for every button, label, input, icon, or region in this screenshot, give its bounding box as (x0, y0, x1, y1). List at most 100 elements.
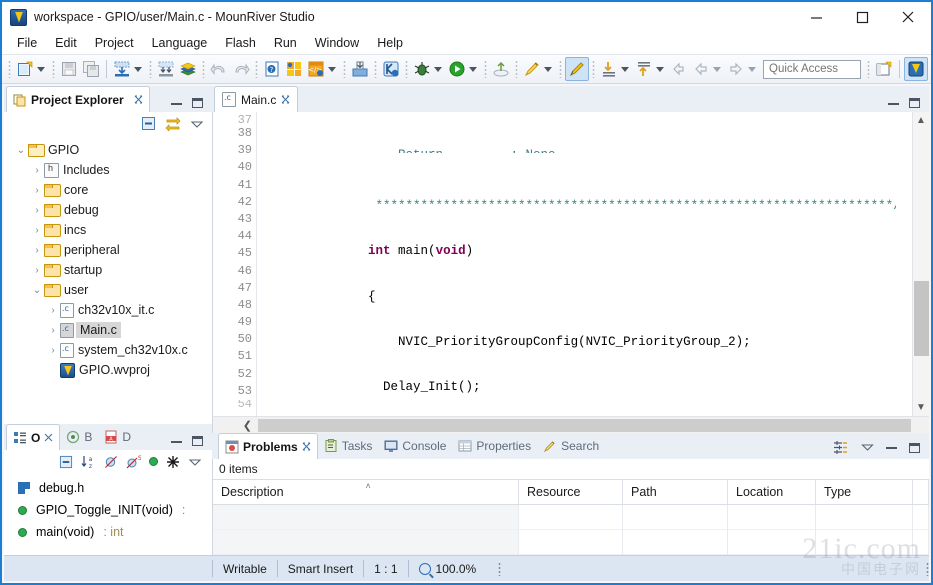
menu-language[interactable]: Language (143, 34, 217, 52)
chevron-right-icon[interactable]: › (30, 185, 44, 196)
manage-project-icon[interactable] (283, 57, 305, 81)
close-tab-icon[interactable] (44, 433, 53, 442)
save-icon[interactable] (58, 57, 80, 81)
new-perspective-icon[interactable] (873, 57, 895, 81)
minimize-icon[interactable] (886, 446, 897, 449)
debug-icon[interactable] (411, 57, 433, 81)
highlight-icon[interactable] (521, 57, 543, 81)
next-dropdown-icon[interactable] (748, 66, 756, 72)
maximize-icon[interactable] (192, 436, 203, 446)
view-menu-icon[interactable] (190, 119, 204, 129)
collapse-all-icon[interactable] (141, 116, 156, 131)
tree-node-gpio-wvproj[interactable]: GPIO.wvproj (4, 360, 212, 380)
back-icon[interactable] (668, 57, 690, 81)
flash-download-icon[interactable] (349, 57, 371, 81)
maximize-icon[interactable] (192, 98, 203, 108)
redo-icon[interactable] (230, 57, 252, 81)
new-project-icon[interactable]: ? (261, 57, 283, 81)
chevron-down-icon[interactable]: ⌄ (14, 145, 28, 156)
code-config-dropdown-icon[interactable] (328, 66, 336, 72)
step-return-dropdown-icon[interactable] (656, 66, 664, 72)
upload-icon[interactable] (490, 57, 512, 81)
build-all-icon[interactable] (177, 57, 199, 81)
chevron-right-icon[interactable]: › (46, 325, 60, 336)
maximize-icon[interactable] (909, 98, 920, 108)
tab-project-explorer[interactable]: Project Explorer close-tab-icon (6, 86, 150, 112)
build-dropdown-icon[interactable] (134, 66, 142, 72)
step-return-icon[interactable] (633, 57, 655, 81)
tree-node-includes[interactable]: › Includes (4, 160, 212, 180)
scroll-down-icon[interactable]: ▼ (913, 399, 930, 416)
step-into-dropdown-icon[interactable] (621, 66, 629, 72)
close-tab-icon[interactable] (302, 442, 311, 451)
mounriver-perspective-icon[interactable] (904, 57, 928, 81)
chevron-right-icon[interactable]: › (46, 305, 60, 316)
tab-properties[interactable]: Properties (452, 433, 537, 459)
menu-help[interactable]: Help (368, 34, 412, 52)
scroll-up-icon[interactable]: ▲ (913, 112, 930, 129)
minimize-icon[interactable] (171, 102, 182, 105)
menu-run[interactable]: Run (265, 34, 306, 52)
editor-vertical-scrollbar[interactable]: ▲ ▼ (912, 112, 929, 416)
code-config-icon[interactable]: </> (305, 57, 327, 81)
run-dropdown-icon[interactable] (469, 66, 477, 72)
tree-node-system-ch32v10x-c[interactable]: › system_ch32v10x.c (4, 340, 212, 360)
menu-window[interactable]: Window (306, 34, 368, 52)
scroll-track[interactable] (913, 129, 929, 399)
editor-body[interactable]: 37 38 39 40 41 42 43 44 45 46 47 48 49 5… (212, 112, 929, 416)
minimize-icon[interactable] (171, 440, 182, 443)
table-row[interactable] (213, 530, 929, 555)
prev-dropdown-icon[interactable] (713, 66, 721, 72)
view-menu-icon[interactable] (188, 457, 202, 467)
project-explorer-body[interactable]: ⌄ GPIO › Includes › (4, 134, 212, 424)
close-tab-icon[interactable] (281, 95, 290, 104)
new-file-icon[interactable] (14, 57, 36, 81)
view-menu-icon[interactable] (861, 443, 874, 452)
tree-node-main-c[interactable]: › Main.c (4, 320, 212, 340)
prev-icon[interactable] (690, 57, 712, 81)
tree-node-peripheral[interactable]: › peripheral (4, 240, 212, 260)
hide-nonpublic-icon[interactable] (166, 455, 180, 469)
maximize-icon[interactable] (909, 442, 920, 453)
tab-documents[interactable]: A D (98, 424, 137, 450)
filter-icon[interactable] (833, 440, 849, 455)
scroll-thumb[interactable] (913, 281, 929, 356)
debug-config-icon[interactable] (380, 57, 402, 81)
column-header-description[interactable]: ˄ Description (213, 480, 519, 504)
run-icon[interactable] (446, 57, 468, 81)
tab-search[interactable]: Search (537, 433, 605, 459)
marker-icon[interactable] (565, 57, 589, 81)
menu-project[interactable]: Project (86, 34, 143, 52)
new-file-dropdown-icon[interactable] (37, 66, 45, 72)
column-header-location[interactable]: Location (728, 480, 816, 504)
editor-horizontal-scrollbar[interactable]: ❮ (212, 416, 929, 433)
tree-node-gpio[interactable]: ⌄ GPIO (4, 140, 212, 160)
outline-item-debug-h[interactable]: debug.h (4, 477, 212, 499)
status-drag-handle[interactable] (498, 561, 502, 576)
hide-fields-icon[interactable] (104, 455, 118, 469)
quick-access-input[interactable] (763, 59, 861, 79)
minimize-button[interactable] (793, 2, 839, 32)
chevron-right-icon[interactable]: › (30, 165, 44, 176)
table-row[interactable] (213, 505, 929, 530)
next-icon[interactable] (725, 57, 747, 81)
scroll-thumb[interactable] (258, 418, 911, 432)
build-icon[interactable] (111, 57, 133, 81)
status-zoom[interactable]: 100.0% (407, 560, 487, 577)
menu-edit[interactable]: Edit (46, 34, 86, 52)
maximize-button[interactable] (839, 2, 885, 32)
tree-node-core[interactable]: › core (4, 180, 212, 200)
chevron-right-icon[interactable]: › (30, 265, 44, 276)
debug-dropdown-icon[interactable] (434, 66, 442, 72)
tree-node-user[interactable]: ⌄ user (4, 280, 212, 300)
tab-main-c[interactable]: Main.c (214, 86, 299, 112)
highlight-dropdown-icon[interactable] (544, 66, 552, 72)
filter-icon[interactable] (149, 457, 158, 466)
save-all-icon[interactable] (80, 57, 102, 81)
tree-node-debug[interactable]: › debug (4, 200, 212, 220)
tab-build-targets[interactable]: B (60, 424, 98, 450)
chevron-down-icon[interactable]: ⌄ (30, 285, 44, 296)
undo-icon[interactable] (208, 57, 230, 81)
menu-file[interactable]: File (8, 34, 46, 52)
step-into-icon[interactable] (598, 57, 620, 81)
